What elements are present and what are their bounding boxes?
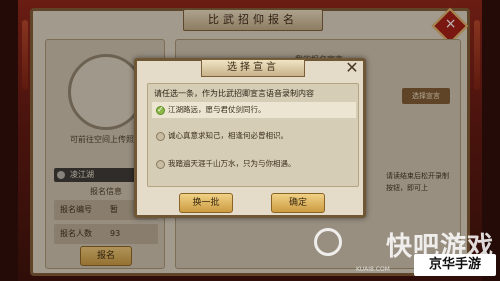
option-text: 我踏遍天涯千山万水，只为与你相遇。 xyxy=(168,159,296,168)
dialog-title: 选择宣言 xyxy=(201,59,305,77)
radio-icon xyxy=(156,160,165,169)
dialog-close-icon[interactable]: ✕ xyxy=(343,59,361,77)
watermark-url: KUAI8.COM xyxy=(356,266,390,273)
confirm-button[interactable]: 确定 xyxy=(271,193,325,213)
dialog-instruction: 请任选一条，作为比武招卿宣言语音录制内容 xyxy=(154,89,314,98)
select-declaration-dialog: 选择宣言 ✕ 请任选一条，作为比武招卿宣言语音录制内容 江湖路远，愿与君仗剑同行… xyxy=(134,58,366,218)
option-text: 诚心真意求知己，相逢何必曾相识。 xyxy=(168,131,288,140)
dialog-body: 请任选一条，作为比武招卿宣言语音录制内容 江湖路远，愿与君仗剑同行。 诚心真意求… xyxy=(147,83,359,187)
option-text: 江湖路远，愿与君仗剑同行。 xyxy=(168,105,266,114)
declaration-option[interactable]: 江湖路远，愿与君仗剑同行。 xyxy=(152,102,356,118)
watermark-tag: 京华手游 xyxy=(414,254,496,276)
declaration-option[interactable]: 诚心真意求知己，相逢何必曾相识。 xyxy=(152,128,356,144)
declaration-option[interactable]: 我踏遍天涯千山万水，只为与你相遇。 xyxy=(152,156,356,172)
watermark-logo-icon xyxy=(314,228,342,256)
radio-checked-icon xyxy=(156,102,165,118)
change-batch-button[interactable]: 换一批 xyxy=(179,193,233,213)
radio-icon xyxy=(156,132,165,141)
